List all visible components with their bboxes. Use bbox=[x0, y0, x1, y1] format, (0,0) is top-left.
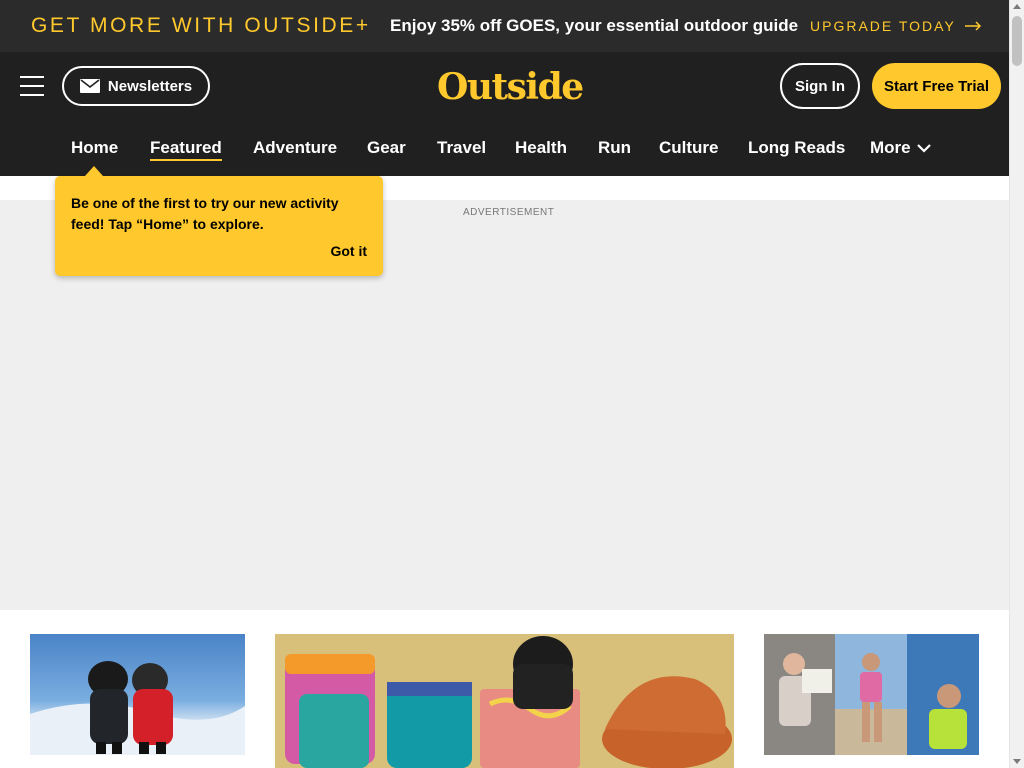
nav-gear[interactable]: Gear bbox=[367, 138, 406, 158]
menu-icon[interactable] bbox=[20, 76, 44, 96]
start-free-trial-button[interactable]: Start Free Trial bbox=[872, 63, 1001, 109]
nav-health[interactable]: Health bbox=[515, 138, 567, 158]
tooltip-message: Be one of the first to try our new activ… bbox=[71, 195, 339, 232]
nav-home[interactable]: Home bbox=[71, 138, 118, 158]
promo-banner[interactable]: GET MORE WITH OUTSIDE+ Enjoy 35% off GOE… bbox=[0, 0, 1009, 52]
sign-in-button[interactable]: Sign In bbox=[780, 63, 860, 109]
newsletters-label: Newsletters bbox=[107, 77, 193, 95]
chevron-down-icon bbox=[916, 143, 931, 153]
article-card-runners[interactable] bbox=[764, 634, 979, 755]
scroll-down-arrow-icon[interactable] bbox=[1013, 759, 1021, 764]
article-card-polar-explorers[interactable] bbox=[30, 634, 245, 755]
page-scrollbar[interactable] bbox=[1009, 0, 1024, 768]
runners-collage-image bbox=[764, 634, 979, 755]
upgrade-today-label: UPGRADE TODAY bbox=[810, 18, 956, 34]
tooltip-arrow bbox=[85, 166, 103, 176]
nav-culture[interactable]: Culture bbox=[659, 138, 719, 158]
nav-travel[interactable]: Travel bbox=[437, 138, 486, 158]
polar-explorers-image bbox=[30, 661, 245, 755]
promo-outside-plus-text: GET MORE WITH OUTSIDE+ bbox=[31, 14, 371, 37]
envelope-icon bbox=[79, 79, 100, 93]
scroll-up-arrow-icon[interactable] bbox=[1013, 4, 1021, 9]
scroll-thumb[interactable] bbox=[1012, 16, 1022, 66]
nav-more[interactable]: More bbox=[870, 138, 931, 158]
arrow-right-icon bbox=[964, 21, 981, 31]
nav-adventure[interactable]: Adventure bbox=[253, 138, 337, 158]
advertisement-label: ADVERTISEMENT bbox=[463, 207, 555, 218]
gear-products-image bbox=[275, 634, 734, 768]
newsletters-button[interactable]: Newsletters bbox=[62, 66, 210, 106]
nav-featured[interactable]: Featured bbox=[150, 138, 222, 161]
upgrade-today-link[interactable]: UPGRADE TODAY bbox=[810, 17, 982, 35]
article-card-gear-bundle[interactable] bbox=[275, 634, 734, 768]
main-nav: Home Featured Adventure Gear Travel Heal… bbox=[0, 138, 1009, 161]
outside-logo[interactable]: Outside bbox=[437, 65, 584, 109]
nav-run[interactable]: Run bbox=[598, 138, 631, 158]
activity-feed-tooltip: Be one of the first to try our new activ… bbox=[55, 176, 383, 276]
nav-more-label: More bbox=[870, 138, 911, 157]
promo-offer-text: Enjoy 35% off GOES, your essential outdo… bbox=[390, 16, 799, 35]
nav-long-reads[interactable]: Long Reads bbox=[748, 138, 845, 158]
got-it-button[interactable]: Got it bbox=[330, 243, 367, 259]
site-header: Newsletters Outside Sign In Start Free T… bbox=[0, 52, 1009, 176]
